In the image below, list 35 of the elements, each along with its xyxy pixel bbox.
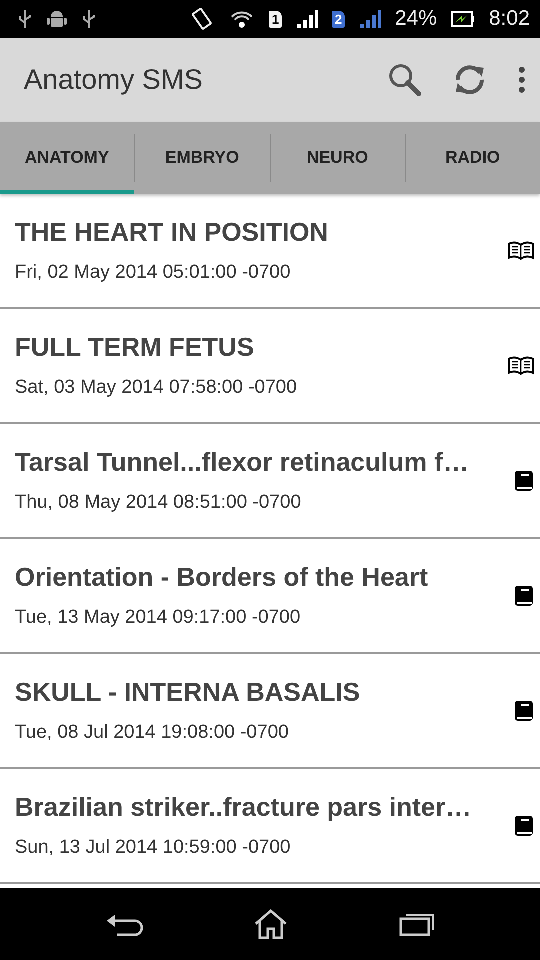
tab[interactable]: EMBRYO <box>135 122 270 194</box>
message-title[interactable]: SKULL - INTERNA BASALIS <box>15 677 514 708</box>
tab[interactable]: NEURO <box>270 122 405 194</box>
sim-badge: 1 <box>269 10 282 28</box>
battery-percent: 24% <box>395 7 438 31</box>
message-title[interactable]: FULL TERM FETUS <box>15 332 508 363</box>
message-title[interactable]: Tarsal Tunnel...flexor retinaculum f… <box>15 447 514 478</box>
android-icon <box>46 9 68 29</box>
tab[interactable]: ANATOMY <box>0 122 134 194</box>
usb-icon <box>82 9 96 29</box>
app-title: Anatomy SMS <box>24 64 204 96</box>
usb-icon <box>18 9 32 29</box>
more-icon <box>518 66 526 94</box>
overflow-menu-button[interactable] <box>518 66 526 94</box>
signal-icon <box>296 9 318 29</box>
battery-charging-icon <box>451 11 476 27</box>
recent-apps-button[interactable] <box>398 911 435 937</box>
message-title[interactable]: Orientation - Borders of the Heart <box>15 562 514 593</box>
message-date: Fri, 02 May 2014 05:01:00 -0700 <box>15 262 292 284</box>
message-date: Tue, 13 May 2014 09:17:00 -0700 <box>15 607 302 629</box>
message-date: Sat, 03 May 2014 07:58:00 -0700 <box>15 377 298 399</box>
recent-apps-icon <box>398 911 435 937</box>
message-title[interactable]: Brazilian striker..fracture pars inter… <box>15 792 514 823</box>
home-button[interactable] <box>254 908 288 940</box>
message-date: Thu, 08 May 2014 08:51:00 -0700 <box>15 492 302 514</box>
message-date: Tue, 08 Jul 2014 19:08:00 -0700 <box>15 722 290 744</box>
clock: 8:02 <box>489 7 530 31</box>
home-icon <box>254 908 288 940</box>
sim-badge: 2 <box>332 10 346 28</box>
tab[interactable]: RADIO <box>406 122 540 194</box>
search-icon <box>388 63 422 97</box>
search-button[interactable] <box>388 63 422 97</box>
message-date: Sun, 13 Jul 2014 10:59:00 -0700 <box>15 837 292 859</box>
message-title[interactable]: THE HEART IN POSITION <box>15 217 508 248</box>
signal-icon <box>359 9 382 29</box>
